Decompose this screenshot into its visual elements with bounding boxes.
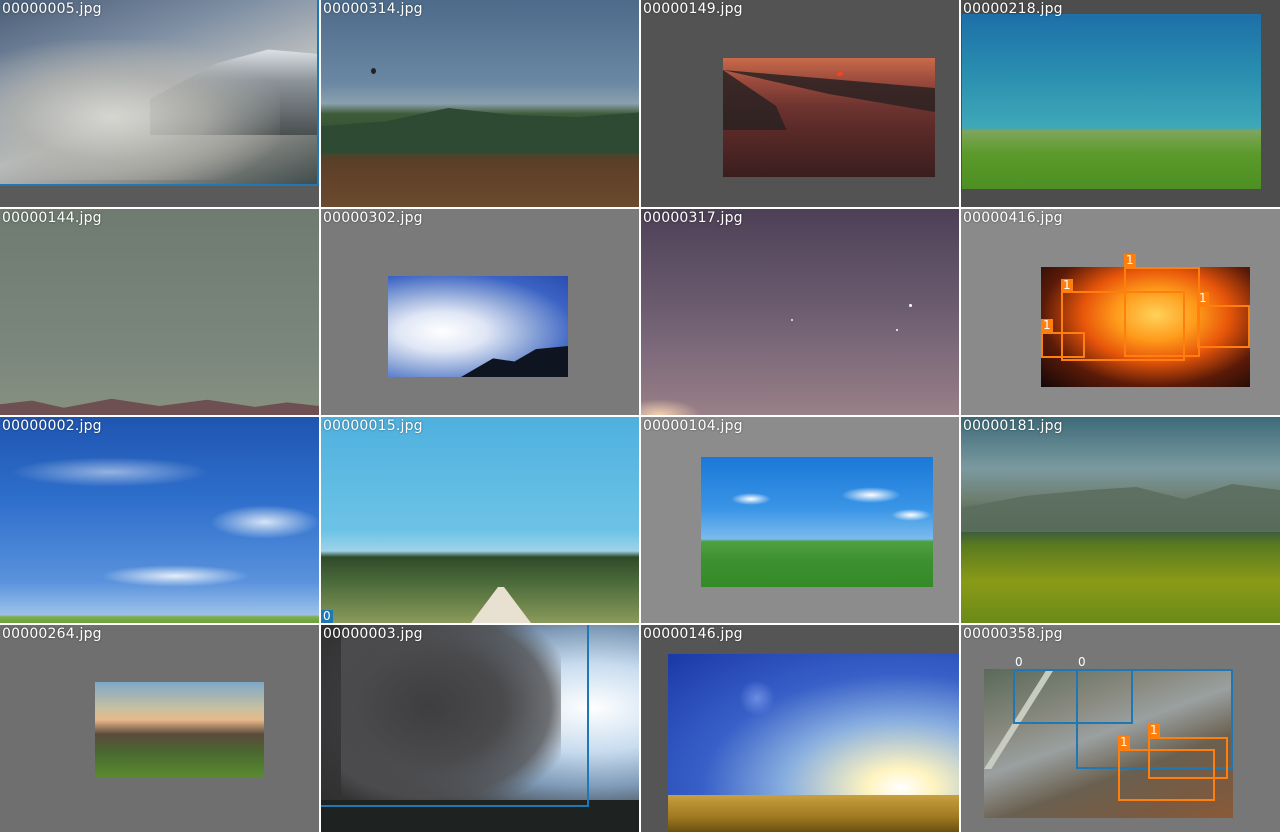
filename-label: 00000003.jpg xyxy=(323,626,423,642)
image-tile[interactable]: 00000264.jpg xyxy=(0,625,319,832)
image-tile[interactable]: 0 0 1 1 00000358.jpg xyxy=(961,625,1280,832)
image-tile[interactable]: 00000144.jpg xyxy=(0,209,319,415)
filename-label: 00000302.jpg xyxy=(323,210,423,226)
filename-label: 00000146.jpg xyxy=(643,626,743,642)
filename-label: 00000015.jpg xyxy=(323,418,423,434)
image-tile[interactable]: 00000104.jpg xyxy=(641,417,959,623)
image-thumbnail xyxy=(95,682,264,777)
filename-label: 00000181.jpg xyxy=(963,418,1063,434)
image-tile[interactable]: 00000005.jpg xyxy=(0,0,319,207)
image-tile[interactable]: 0 00000015.jpg xyxy=(321,417,639,623)
filename-label: 00000005.jpg xyxy=(2,1,102,17)
image-thumbnail xyxy=(701,457,933,587)
box-class-label: 1 xyxy=(1124,253,1136,267)
filename-label: 00000358.jpg xyxy=(963,626,1063,642)
cloud-streak xyxy=(210,505,319,539)
image-tile[interactable]: 00000181.jpg xyxy=(961,417,1280,623)
bounding-box xyxy=(1118,749,1215,801)
box-class-label: 1 xyxy=(1197,291,1209,305)
image-thumbnail xyxy=(962,14,1261,189)
cloud xyxy=(891,509,931,521)
filename-label: 00000317.jpg xyxy=(643,210,743,226)
box-class-label: 1 xyxy=(1041,318,1053,332)
box-class-label: 0 xyxy=(321,609,333,623)
star xyxy=(909,304,912,307)
image-tile[interactable]: 00000317.jpg xyxy=(641,209,959,415)
filename-label: 00000104.jpg xyxy=(643,418,743,434)
filename-label: 00000218.jpg xyxy=(963,1,1063,17)
filename-label: 00000314.jpg xyxy=(323,1,423,17)
image-mosaic-grid: 00000005.jpg 00000314.jpg 00000149.jpg 0… xyxy=(0,0,1280,832)
cloud xyxy=(731,493,771,505)
filename-label: 00000002.jpg xyxy=(2,418,102,434)
bounding-box xyxy=(0,0,319,186)
box-class-label: 1 xyxy=(1118,735,1130,749)
cloud-streak xyxy=(100,565,250,587)
image-tile[interactable]: 1 1 1 1 00000416.jpg xyxy=(961,209,1280,415)
image-tile[interactable]: 00000302.jpg xyxy=(321,209,639,415)
image-tile[interactable]: 00000002.jpg xyxy=(0,417,319,623)
image-thumbnail xyxy=(321,417,639,623)
filename-label: 00000149.jpg xyxy=(643,1,743,17)
filename-label: 00000144.jpg xyxy=(2,210,102,226)
cloud xyxy=(841,487,901,503)
image-tile[interactable]: 00000003.jpg xyxy=(321,625,639,832)
horizon-glow xyxy=(641,399,701,415)
image-tile[interactable]: 00000218.jpg xyxy=(961,0,1280,207)
star xyxy=(896,329,898,331)
wheat-field xyxy=(668,795,959,832)
hot-air-balloon xyxy=(371,68,376,74)
setting-sun xyxy=(837,72,843,76)
lens-flare xyxy=(739,680,775,716)
image-tile[interactable]: 00000149.jpg xyxy=(641,0,959,207)
filename-label: 00000416.jpg xyxy=(963,210,1063,226)
image-tile[interactable]: 00000146.jpg xyxy=(641,625,959,832)
cloud-streak xyxy=(10,457,210,487)
image-thumbnail xyxy=(0,209,319,415)
image-tile[interactable]: 00000314.jpg xyxy=(321,0,639,207)
box-class-label: 0 xyxy=(1078,655,1086,669)
star xyxy=(791,319,793,321)
box-class-label: 0 xyxy=(1015,655,1023,669)
box-class-label: 1 xyxy=(1148,723,1160,737)
filename-label: 00000264.jpg xyxy=(2,626,102,642)
box-class-label: 1 xyxy=(1061,278,1073,292)
bounding-box xyxy=(1197,305,1250,348)
bounding-box xyxy=(1041,332,1085,358)
bounding-box xyxy=(321,625,589,807)
image-thumbnail xyxy=(641,209,959,415)
image-thumbnail xyxy=(321,0,639,207)
